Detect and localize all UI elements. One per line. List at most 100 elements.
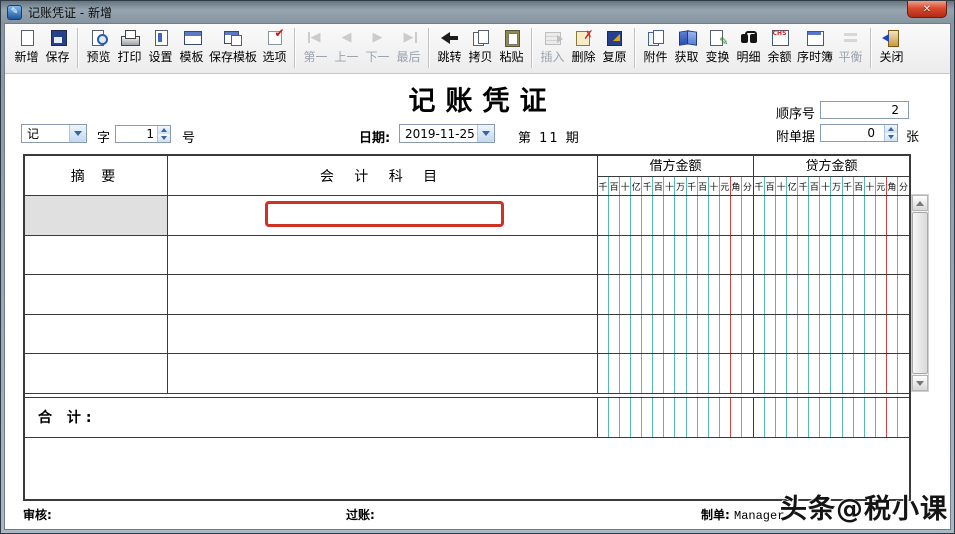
toolbar-button-journal[interactable]: 序时簿 <box>795 26 835 66</box>
attach-input[interactable]: 0 <box>820 124 898 142</box>
toolbar-separator <box>294 28 297 68</box>
spinner-down-icon[interactable] <box>158 134 170 142</box>
total-debit-cell <box>598 397 754 438</box>
chevron-down-icon[interactable] <box>69 125 86 142</box>
spinner-down-icon[interactable] <box>885 133 897 141</box>
toolbar-button-restore[interactable]: 复原 <box>599 26 630 66</box>
setup-icon <box>151 29 171 46</box>
vertical-scrollbar[interactable] <box>911 194 929 392</box>
toolbar-button-label: 附件 <box>643 50 668 64</box>
summary-cell[interactable] <box>25 196 168 236</box>
credit-amount-cell[interactable] <box>754 196 909 236</box>
toolbar-button-jump[interactable]: 跳转 <box>434 26 465 66</box>
toolbar-button-options[interactable]: 选项 <box>259 26 290 66</box>
debit-amount-cell[interactable] <box>598 314 754 354</box>
save-template-icon <box>223 29 243 46</box>
title-bar: ✎ 记账凭证 - 新增 ✕ <box>1 1 954 23</box>
toolbar-button-template[interactable]: 模板 <box>176 26 207 66</box>
toolbar-button-save-template[interactable]: 保存模板 <box>207 26 259 66</box>
account-cell[interactable] <box>168 275 598 315</box>
toolbar-button-label: 下一 <box>365 50 390 64</box>
new-icon <box>17 29 37 46</box>
toolbar-button-new[interactable]: 新增 <box>11 26 42 66</box>
toolbar-button-balance[interactable]: 余额 <box>764 26 795 66</box>
account-column-header: 会 计 科 目 <box>168 156 598 196</box>
total-credit-cell <box>754 397 909 438</box>
spinner-up-icon[interactable] <box>885 125 897 133</box>
first-icon <box>306 29 326 46</box>
summary-column-header: 摘 要 <box>25 156 168 196</box>
scroll-down-icon[interactable] <box>912 375 928 391</box>
toolbar-button-label: 关闭 <box>879 50 904 64</box>
credit-amount-cell[interactable] <box>754 275 909 315</box>
toolbar-button-last: 最后 <box>393 26 424 66</box>
toolbar-button-setup[interactable]: 设置 <box>145 26 176 66</box>
toolbar-button-print[interactable]: 打印 <box>114 26 145 66</box>
summary-cell[interactable] <box>25 314 168 354</box>
toolbar-button-delete[interactable]: 删除 <box>568 26 599 66</box>
window-title: 记账凭证 - 新增 <box>28 5 112 20</box>
credit-amount-cell[interactable] <box>754 354 909 394</box>
number-spinner[interactable] <box>157 126 170 142</box>
app-window: ✎ 记账凭证 - 新增 ✕ 新增保存 预览打印设置模板保存模板选项 第一上一下一最后… <box>0 0 955 534</box>
post-label: 过账: <box>346 508 375 522</box>
journal-icon <box>805 29 825 46</box>
toolbar-button-label: 设置 <box>148 50 173 64</box>
account-cell[interactable] <box>168 314 598 354</box>
summary-cell[interactable] <box>25 354 168 394</box>
chevron-down-icon[interactable] <box>477 125 494 142</box>
account-cell[interactable] <box>168 235 598 275</box>
toolbar-button-label: 序时簿 <box>797 50 834 64</box>
debit-amount-cell[interactable] <box>598 354 754 394</box>
debit-amount-cell[interactable] <box>598 275 754 315</box>
spinner-up-icon[interactable] <box>158 126 170 134</box>
sequence-input[interactable]: 2 <box>820 101 909 119</box>
attach-spinner[interactable] <box>884 125 897 141</box>
debit-header-label: 借方金额 <box>598 156 753 177</box>
voucher-number-input[interactable]: 1 <box>115 125 171 143</box>
toolbar-button-label: 复原 <box>602 50 627 64</box>
period-label: 第 11 期 <box>518 131 581 146</box>
toolbar-button-attachment[interactable]: 附件 <box>640 26 671 66</box>
toolbar-button-convert[interactable]: 变换 <box>702 26 733 66</box>
credit-amount-cell[interactable] <box>754 314 909 354</box>
paste-icon <box>502 29 522 47</box>
toolbar-button-detail[interactable]: 明细 <box>733 26 764 66</box>
delete-icon <box>574 29 594 46</box>
close-button[interactable]: ✕ <box>907 1 947 18</box>
summary-cell[interactable] <box>25 235 168 275</box>
close-icon <box>881 29 902 47</box>
toolbar-button-close[interactable]: 关闭 <box>876 26 907 66</box>
toolbar-button-save[interactable]: 保存 <box>42 26 73 66</box>
credit-amount-cell[interactable] <box>754 235 909 275</box>
account-highlight-box <box>265 201 504 227</box>
date-combo[interactable]: 2019-11-25 <box>399 124 495 143</box>
debit-amount-cell[interactable] <box>598 196 754 236</box>
sequence-value: 2 <box>891 103 899 117</box>
watermark: 头条@税小课 <box>780 494 948 525</box>
voucher-word-combo[interactable]: 记 <box>21 124 87 143</box>
toolbar-button-fetch[interactable]: 获取 <box>671 26 702 66</box>
account-cell[interactable] <box>168 354 598 394</box>
summary-cell[interactable] <box>25 275 168 315</box>
toolbar-button-preview[interactable]: 预览 <box>83 26 114 66</box>
toolbar-button-label: 变换 <box>705 50 730 64</box>
preparer-name: Manager <box>734 509 785 523</box>
voucher-table: 摘 要 会 计 科 目 借方金额 千百十亿千百十万千百十元角分 贷方金额 千百十… <box>23 154 911 501</box>
total-label-cell: 合 计: <box>25 397 598 438</box>
voucher-area: 记账凭证 顺序号 2 附单据 0 张 记 字 1 号 日期: 2019-11-2… <box>5 75 950 529</box>
app-icon: ✎ <box>7 4 22 20</box>
toolbar-button-copy[interactable]: 拷贝 <box>465 26 496 66</box>
debit-amount-cell[interactable] <box>598 235 754 275</box>
toolbar-button-paste[interactable]: 粘贴 <box>496 26 527 66</box>
toolbar-button-label: 拷贝 <box>468 50 493 64</box>
toolbar-button-label: 跳转 <box>437 50 462 64</box>
preview-icon <box>89 29 109 46</box>
scrollbar-thumb[interactable] <box>912 212 928 374</box>
number-suffix-label: 号 <box>182 131 196 146</box>
account-cell[interactable] <box>168 196 598 236</box>
scroll-up-icon[interactable] <box>912 195 928 211</box>
toolbar-button-label: 打印 <box>117 50 142 64</box>
toolbar-button-label: 平衡 <box>838 50 863 64</box>
prepare-label-text: 制单: <box>701 508 730 522</box>
